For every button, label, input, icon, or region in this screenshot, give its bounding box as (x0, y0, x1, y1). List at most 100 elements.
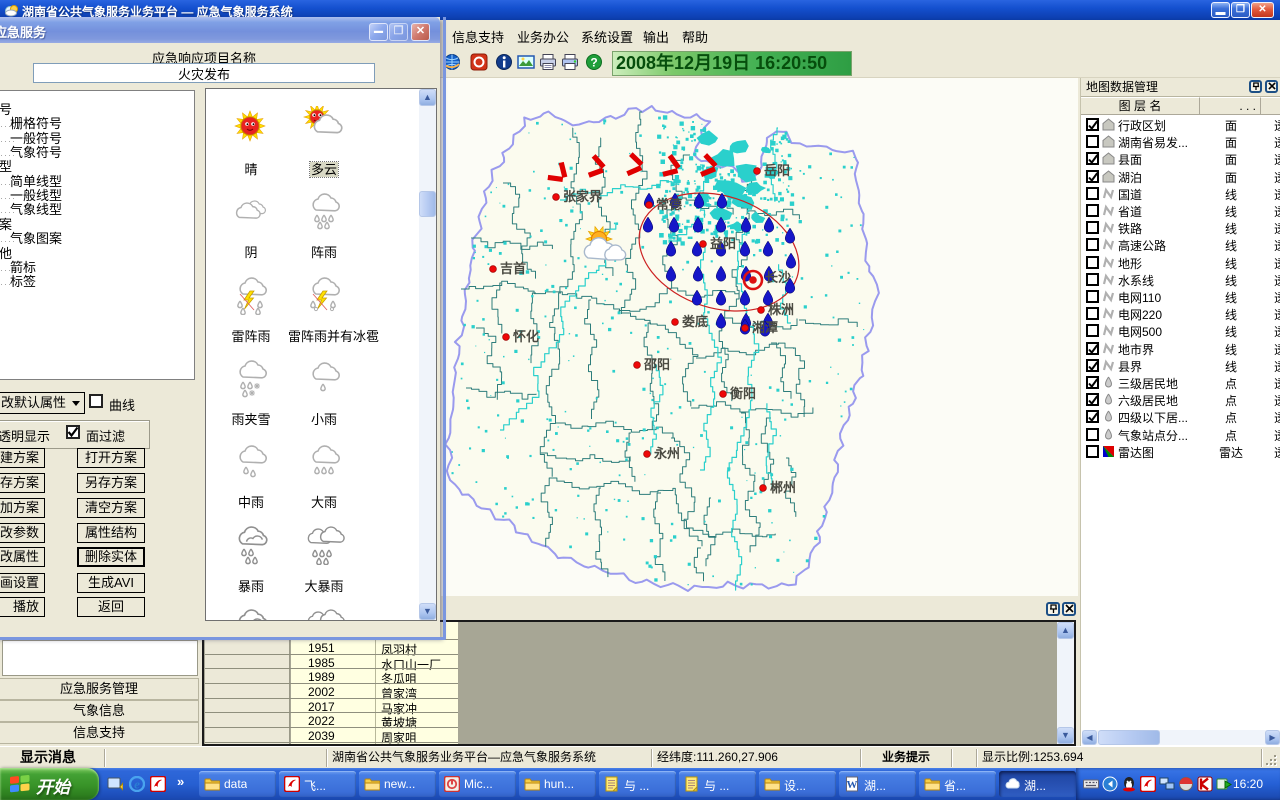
menu-item-4[interactable]: 输出 (643, 27, 669, 46)
scrollbar-thumb[interactable] (419, 191, 436, 217)
scroll-down-icon[interactable]: ▼ (1057, 727, 1074, 744)
weather-icon-list[interactable]: ▲ ▼ 晴多云阴阵雨雷阵雨雷阵雨并有冰雹雨夹雪小雨中雨大雨暴雨大暴雨 (205, 88, 437, 621)
minimize-button[interactable]: ▬ (1211, 2, 1230, 18)
taskbar-button-8[interactable]: 设... (759, 771, 836, 797)
dialog-maximize-button[interactable]: ❐ (389, 23, 408, 41)
checkbox-unchecked[interactable] (1086, 135, 1099, 148)
scroll-down-icon[interactable]: ▼ (419, 603, 436, 620)
weather-item-rain-heavy[interactable]: 大雨 (287, 437, 361, 521)
checkbox-checked[interactable] (1086, 410, 1099, 423)
close-panel-icon[interactable] (1062, 602, 1076, 616)
taskbar-button-10[interactable]: 省... (919, 771, 996, 797)
sidebar-button-2[interactable]: 气象信息 (0, 700, 199, 722)
pin-icon[interactable] (1249, 80, 1262, 93)
project-name-input[interactable] (33, 63, 375, 83)
layers-hscrollbar[interactable]: ◀ ▶ (1082, 730, 1280, 745)
weather-item-storm-heavy[interactable] (287, 604, 361, 621)
map-panel[interactable]: 岳阳张家界常德益阳长沙吉首怀化娄底株洲湘潭邵阳衡阳永州郴州 (441, 78, 1078, 596)
pin-icon[interactable] (1046, 602, 1060, 616)
dialog-button-1-right[interactable]: 打开方案 (77, 448, 145, 468)
dialog-button-7-left[interactable]: 播放 (0, 597, 45, 617)
layer-row[interactable]: 行政区划面透 (1081, 116, 1280, 133)
checkbox-checked[interactable] (1086, 393, 1099, 406)
curve-checkbox[interactable] (89, 394, 103, 408)
sidebar-button-1[interactable]: 应急服务管理 (0, 678, 199, 700)
resize-grip-icon[interactable] (1266, 755, 1279, 768)
dialog-button-1-left[interactable]: 建方案 (0, 448, 45, 468)
layer-row[interactable]: 水系线线透 (1081, 271, 1280, 288)
fetion-icon[interactable] (150, 776, 167, 793)
globe-icon[interactable] (443, 53, 461, 71)
weather-item-rain-light[interactable]: 小雨 (287, 354, 361, 438)
weather-item-storm[interactable] (214, 604, 288, 621)
layers-column-3[interactable] (1261, 97, 1280, 115)
taskbar-button-11[interactable]: 湖... (999, 771, 1076, 797)
weather-item-thunder-hail[interactable]: 雷阵雨并有冰雹 (287, 271, 361, 355)
checkbox-unchecked[interactable] (1086, 256, 1099, 269)
weather-item-thunder[interactable]: 雷阵雨 (214, 271, 288, 355)
scroll-right-icon[interactable]: ▶ (1265, 730, 1280, 745)
close-panel-icon[interactable] (1265, 80, 1278, 93)
station-table[interactable]: 1951凤羽村1985水口山一厂1989冬瓜咀2002曾家湾2017马家冲202… (205, 622, 458, 746)
taskbar-button-4[interactable]: Mic... (439, 771, 516, 797)
weather-item-sleet[interactable]: 雨夹雪 (214, 354, 288, 438)
dialog-button-3-left[interactable]: 加方案 (0, 498, 45, 518)
keyboard-icon[interactable] (1083, 776, 1099, 792)
weather-scrollbar[interactable]: ▲ ▼ (419, 89, 436, 620)
weather-item-cloudy[interactable]: 阴 (214, 187, 288, 271)
image-icon[interactable] (517, 53, 535, 71)
layer-row[interactable]: 四级以下居...点透 (1081, 408, 1280, 425)
checkbox-unchecked[interactable] (1086, 273, 1099, 286)
tree-parent-item[interactable]: 符号 (0, 103, 16, 117)
layers-column-2[interactable]: . . . (1200, 97, 1261, 115)
checkbox-checked[interactable] (1086, 152, 1099, 165)
back-circle-icon[interactable] (1102, 776, 1118, 792)
dialog-button-3-right[interactable]: 清空方案 (77, 498, 145, 518)
network-icon[interactable] (1159, 776, 1175, 792)
taskbar-button-9[interactable]: W湖... (839, 771, 916, 797)
dialog-button-6-left[interactable]: 画设置 (0, 573, 45, 593)
layer-row[interactable]: 县面面透 (1081, 150, 1280, 167)
dialog-button-4-left[interactable]: 改参数 (0, 523, 45, 543)
checkbox-unchecked[interactable] (1086, 324, 1099, 337)
layer-row[interactable]: 电网220线透 (1081, 305, 1280, 322)
scroll-up-icon[interactable]: ▲ (419, 89, 436, 106)
kaspersky-icon[interactable] (1197, 776, 1213, 792)
qq-icon[interactable] (1121, 776, 1137, 792)
checkbox-unchecked[interactable] (1086, 445, 1099, 458)
ie-icon[interactable]: e (129, 776, 146, 793)
tree-parent-item[interactable]: 其他 (0, 247, 16, 261)
media-icon[interactable] (1216, 776, 1232, 792)
overflow-chevron-icon[interactable]: » (177, 774, 184, 789)
layer-row[interactable]: 高速公路线透 (1081, 236, 1280, 253)
dialog-minimize-button[interactable]: ▁ (369, 23, 388, 41)
scroll-left-icon[interactable]: ◀ (1082, 730, 1097, 745)
fetion-tray-icon[interactable] (1140, 776, 1156, 792)
sidebar-button-3[interactable]: 信息支持 (0, 722, 199, 744)
checkbox-unchecked[interactable] (1086, 290, 1099, 303)
dialog-button-5-left[interactable]: 改属性 (0, 547, 45, 567)
layer-row[interactable]: 国道线透 (1081, 185, 1280, 202)
layers-column-name[interactable]: 图 层 名 (1081, 97, 1200, 115)
layer-row[interactable]: 雷达图雷达透 (1081, 443, 1280, 460)
menu-item-1[interactable]: 信息支持 (452, 27, 504, 46)
scrollbar-thumb[interactable] (1098, 730, 1160, 745)
dialog-button-2-left[interactable]: 存方案 (0, 473, 45, 493)
printer-icon[interactable] (539, 53, 557, 71)
layer-row[interactable]: 湖南省易发...面透 (1081, 133, 1280, 150)
checkbox-checked[interactable] (1086, 118, 1099, 131)
tree-parent-item[interactable]: 图案 (0, 218, 16, 232)
dialog-button-5-right[interactable]: 删除实体 (77, 547, 145, 567)
layer-row[interactable]: 湖泊面透 (1081, 168, 1280, 185)
record-icon[interactable] (470, 53, 488, 71)
default-attr-dropdown[interactable]: 改默认属性 (0, 392, 85, 414)
weather-item-storm-heavy[interactable]: 大暴雨 (287, 521, 361, 605)
layer-row[interactable]: 县界线透 (1081, 357, 1280, 374)
ball-icon[interactable] (1178, 776, 1194, 792)
weather-item-sun[interactable]: 晴 (214, 104, 288, 188)
taskbar-button-3[interactable]: new... (359, 771, 436, 797)
menu-item-2[interactable]: 业务办公 (517, 27, 569, 46)
layer-row[interactable]: 气象站点分...点透 (1081, 426, 1280, 443)
checkbox-checked[interactable] (1086, 376, 1099, 389)
layer-row[interactable]: 铁路线透 (1081, 219, 1280, 236)
